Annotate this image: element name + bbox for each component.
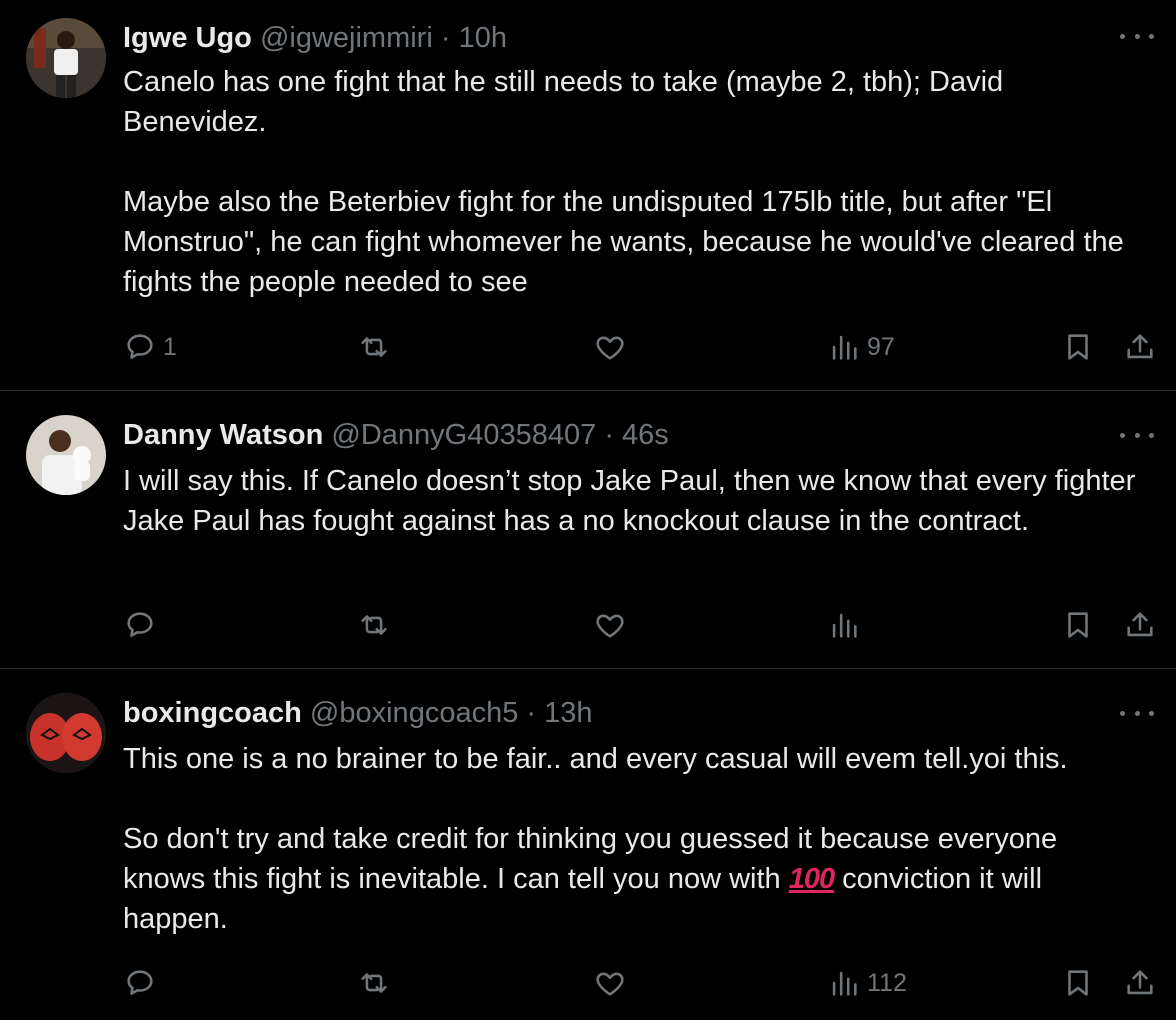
ellipsis-icon	[1120, 33, 1125, 39]
avatar-photo	[26, 415, 106, 495]
speech-bubble-icon	[127, 334, 153, 359]
user-handle[interactable]: @DannyG40358407	[331, 419, 596, 451]
more-options-button[interactable]	[1120, 423, 1154, 447]
bookmark-icon	[1068, 334, 1088, 360]
retweet-arrows-icon	[361, 337, 387, 357]
tweet-text: This one is a no brainer to be fair.. an…	[123, 739, 1143, 939]
tweet[interactable]: boxingcoach @boxingcoach5 · 13h This one…	[0, 669, 1176, 1020]
avatar-photo	[26, 18, 106, 98]
ellipsis-dot	[1134, 432, 1140, 438]
share-button[interactable]	[1123, 605, 1157, 645]
view-count: 97	[867, 332, 895, 361]
retweet-arrows-icon	[361, 973, 387, 993]
bookmark-button[interactable]	[1061, 963, 1095, 1003]
tweet-paragraph: This one is a no brainer to be fair.. an…	[123, 743, 1068, 775]
tweet-paragraph: Maybe also the Beterbiev fight for the u…	[123, 186, 1124, 298]
display-name[interactable]: boxingcoach	[123, 697, 302, 729]
ellipsis-dot	[1134, 33, 1140, 39]
heart-icon	[596, 614, 624, 638]
hundred-points-emoji: 100	[788, 863, 835, 895]
tweet-paragraph: So don't try and take credit for thinkin…	[123, 819, 1143, 939]
speech-bubble-icon	[127, 970, 153, 995]
bookmark-button[interactable]	[1061, 605, 1095, 645]
share-button[interactable]	[1123, 963, 1157, 1003]
display-name[interactable]: Igwe Ugo	[123, 22, 252, 54]
views-button[interactable]: 97	[827, 327, 895, 367]
ellipsis-dot	[1149, 710, 1154, 716]
timestamp[interactable]: 10h	[459, 22, 507, 54]
tweet-paragraph: I will say this. If Canelo doesn’t stop …	[123, 465, 1136, 537]
retweet-button[interactable]	[357, 963, 397, 1003]
avatar[interactable]	[26, 415, 106, 495]
bookmark-icon	[1068, 612, 1088, 638]
user-handle[interactable]: @igwejimmiri	[260, 22, 433, 54]
more-options-button[interactable]	[1120, 24, 1154, 48]
action-bar: 112	[123, 963, 1163, 1003]
ellipsis-icon	[1120, 710, 1125, 716]
bar-chart-icon	[832, 613, 857, 638]
ellipsis-dot	[1134, 710, 1140, 716]
bar-chart-icon	[832, 335, 857, 360]
timestamp[interactable]: 46s	[622, 419, 669, 451]
share-upload-icon	[1127, 970, 1153, 995]
heart-icon	[596, 972, 624, 996]
reply-button[interactable]	[123, 963, 163, 1003]
like-button[interactable]	[593, 327, 633, 367]
view-count: 112	[867, 968, 907, 997]
share-upload-icon	[1127, 334, 1153, 359]
tweet[interactable]: Danny Watson @DannyG40358407 · 46s I wil…	[0, 391, 1176, 669]
timestamp[interactable]: 13h	[544, 697, 592, 729]
retweet-button[interactable]	[357, 605, 397, 645]
user-handle[interactable]: @boxingcoach5	[310, 697, 518, 729]
bookmark-icon	[1068, 970, 1088, 996]
ellipsis-icon	[1120, 432, 1125, 438]
separator-dot: ·	[604, 419, 614, 451]
avatar-photo	[26, 693, 106, 773]
tweet[interactable]: Igwe Ugo @igwejimmiri · 10h Canelo has o…	[0, 0, 1176, 391]
tweet-text: Canelo has one fight that he still needs…	[123, 62, 1143, 302]
reply-button[interactable]	[123, 605, 163, 645]
avatar[interactable]	[26, 18, 106, 98]
share-upload-icon	[1127, 612, 1153, 637]
separator-dot: ·	[440, 22, 451, 54]
action-bar	[123, 605, 1163, 645]
ellipsis-dot	[1149, 33, 1154, 39]
ellipsis-dot	[1149, 432, 1154, 438]
tweet-text: I will say this. If Canelo doesn’t stop …	[123, 461, 1143, 541]
action-bar: 1 97	[123, 327, 1163, 367]
tweet-paragraph: Canelo has one fight that he still needs…	[123, 66, 1004, 138]
display-name[interactable]: Danny Watson	[123, 419, 323, 451]
separator-dot: ·	[526, 697, 537, 729]
bookmark-button[interactable]	[1061, 327, 1095, 367]
retweet-arrows-icon	[361, 615, 387, 635]
more-options-button[interactable]	[1120, 701, 1154, 725]
bar-chart-icon	[832, 971, 857, 996]
views-button[interactable]	[827, 605, 867, 645]
share-button[interactable]	[1123, 327, 1157, 367]
like-button[interactable]	[593, 605, 633, 645]
speech-bubble-icon	[127, 612, 153, 637]
retweet-button[interactable]	[357, 327, 397, 367]
tweet-header: Danny Watson @DannyG40358407 · 46s	[123, 417, 669, 453]
tweet-header: Igwe Ugo @igwejimmiri · 10h	[123, 20, 507, 56]
reply-button[interactable]: 1	[123, 327, 177, 367]
like-button[interactable]	[593, 963, 633, 1003]
tweet-header: boxingcoach @boxingcoach5 · 13h	[123, 695, 593, 731]
reply-count: 1	[163, 332, 177, 361]
heart-icon	[596, 336, 624, 360]
views-button[interactable]: 112	[827, 963, 907, 1003]
avatar[interactable]	[26, 693, 106, 773]
